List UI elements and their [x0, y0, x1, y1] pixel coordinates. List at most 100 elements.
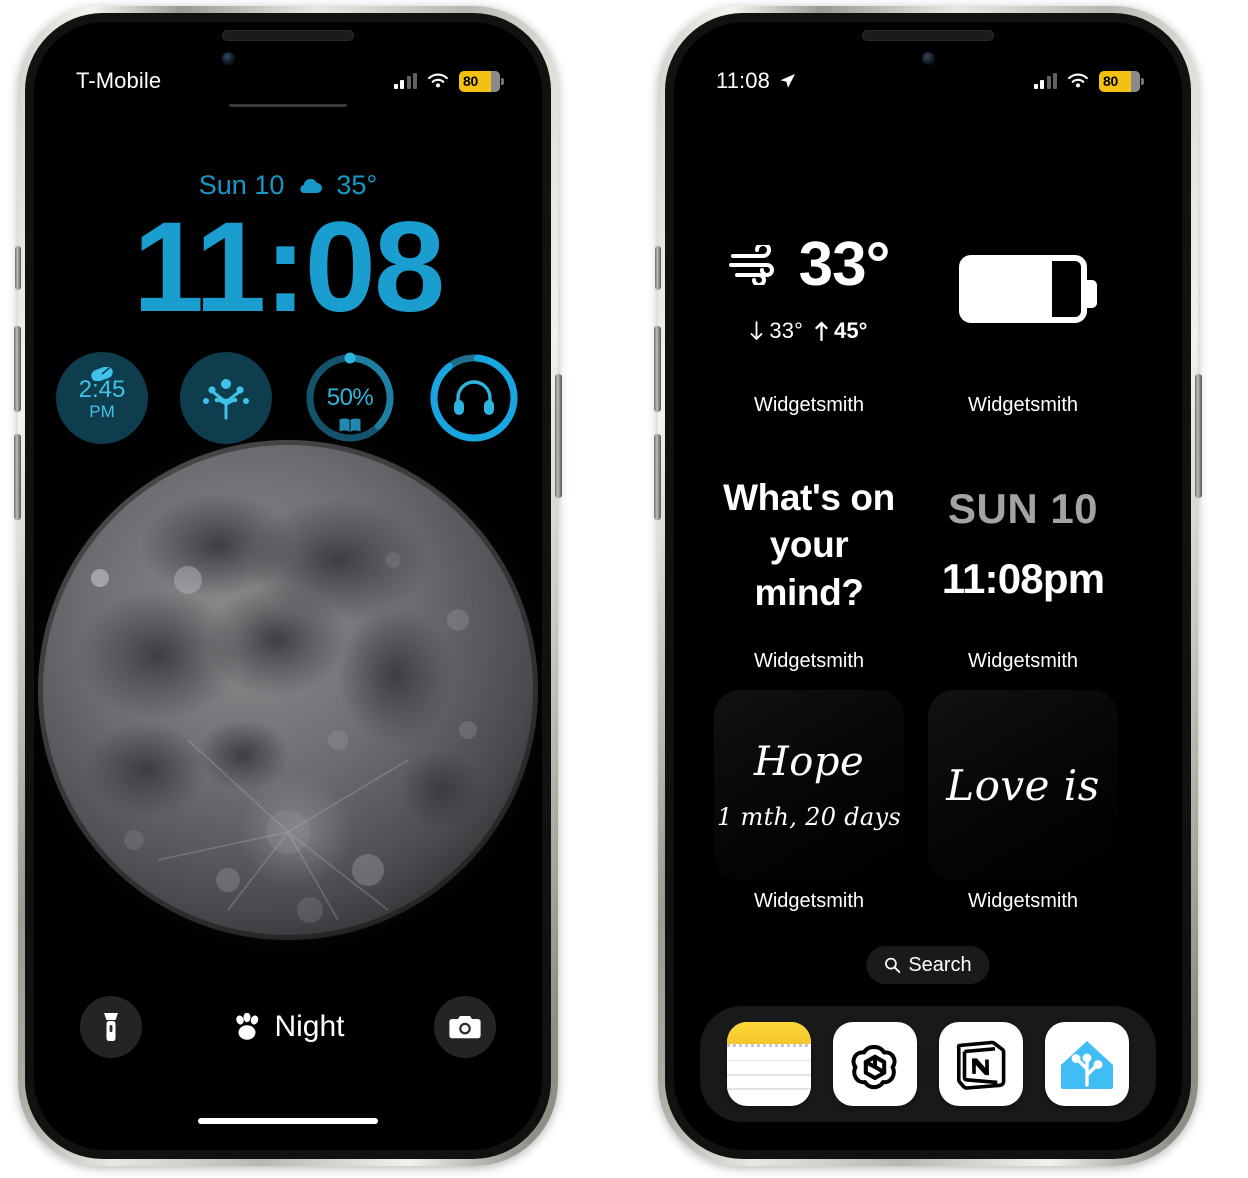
wifi-icon [428, 73, 448, 88]
cellular-signal-icon [393, 73, 417, 89]
lock-screen[interactable]: T-Mobile 80 Sun 10 35° 11:08 2:45 PM 50%… [34, 22, 542, 1150]
notes-rule [727, 1088, 811, 1090]
lock-clock: 11:08 [132, 196, 445, 339]
weather-temperature: 33° [798, 230, 891, 299]
widget-app-label: Widgetsmith [967, 890, 1079, 912]
lock-bottom-bar: Night [34, 996, 542, 1058]
flashlight-button[interactable] [80, 996, 142, 1058]
chatgpt-app[interactable] [833, 1022, 917, 1106]
date-label: SUN 10 [947, 484, 1099, 532]
weather-low-label: 33° [769, 318, 803, 343]
reading-progress-widget[interactable]: 50% [304, 352, 396, 444]
battery-ring-icon [430, 354, 518, 442]
moon-image [38, 440, 538, 940]
battery-cap [501, 77, 504, 85]
countdown-love-card: Love is [928, 690, 1118, 880]
search-button[interactable]: Search [866, 946, 990, 984]
battery-large-icon [959, 255, 1097, 323]
notes-prompt-widget[interactable]: What's on your mind? Widgetsmith [714, 450, 904, 673]
paw-print-icon [236, 1013, 259, 1040]
status-indicators: 80 [393, 70, 504, 92]
time-label: 11:08pm [941, 555, 1105, 603]
widget-row-1: 33° 33° 45° Widgetsmith Widgetsmith [714, 194, 1142, 417]
countdown-hope-subtitle: 1 mth, 20 days [717, 803, 901, 831]
notes-prompt-text: What's on your mind? [714, 474, 904, 616]
battery-fill [965, 261, 1052, 317]
screenshot-stage: T-Mobile 80 Sun 10 35° 11:08 2:45 PM 50%… [0, 0, 1248, 1178]
widget-row-3: Hope 1 mth, 20 days Widgetsmith Love is … [714, 690, 1142, 913]
notion-app[interactable] [939, 1022, 1023, 1106]
home-screen-content: 33° 33° 45° Widgetsmith Widgetsmith What… [674, 22, 1182, 1150]
widget-row-2: What's on your mind? Widgetsmith SUN 10 … [714, 450, 1142, 673]
power-button[interactable] [555, 374, 562, 498]
phone-lock-screen: T-Mobile 80 Sun 10 35° 11:08 2:45 PM 50%… [14, 6, 562, 1166]
plant-widget[interactable] [180, 352, 272, 444]
phone-bezel: T-Mobile 80 Sun 10 35° 11:08 2:45 PM 50%… [25, 13, 551, 1159]
focus-mode-indicator[interactable]: Night [231, 1010, 345, 1044]
phone-bezel-right: 11:08 80 33° 33° 45° Widgetsmith Widgets… [665, 13, 1191, 1159]
wallpaper-moon [38, 440, 538, 940]
power-button-right[interactable] [1195, 374, 1202, 498]
camera-button[interactable] [433, 996, 496, 1058]
medication-time: 2:45 [78, 376, 126, 404]
battery-widget-body [928, 194, 1118, 384]
widget-app-label: Widgetsmith [753, 890, 865, 912]
notes-prompt-line2: your mind? [754, 524, 864, 613]
silent-switch[interactable] [15, 246, 21, 290]
sprout-icon [203, 379, 249, 420]
widget-app-label: Widgetsmith [753, 394, 865, 416]
focus-mode-label: Night [274, 1010, 345, 1043]
openai-icon [833, 1022, 917, 1106]
arrow-down-icon [751, 321, 763, 341]
notes-prompt-body: What's on your mind? [714, 450, 904, 640]
notes-app[interactable] [727, 1022, 811, 1106]
home-indicator[interactable] [198, 1118, 378, 1124]
flashlight-icon [104, 1013, 118, 1041]
camera-icon [449, 1015, 481, 1038]
phone-home-screen: 11:08 80 33° 33° 45° Widgetsmith Widgets… [654, 6, 1202, 1166]
book-icon [339, 418, 361, 433]
volume-up-button-right[interactable] [654, 326, 661, 412]
medication-widget[interactable]: 2:45 PM [56, 352, 148, 444]
widget-app-label: Widgetsmith [753, 650, 865, 672]
notion-icon [939, 1022, 1023, 1106]
volume-up-button[interactable] [14, 326, 21, 412]
countdown-love-title: Love is [946, 760, 1100, 810]
countdown-love-widget[interactable]: Love is Widgetsmith [928, 690, 1118, 913]
earpiece-speaker [222, 30, 354, 41]
countdown-hope-widget[interactable]: Hope 1 mth, 20 days Widgetsmith [714, 690, 904, 913]
date-time-body: SUN 10 11:08pm [928, 450, 1118, 640]
arrow-up-icon [815, 321, 828, 341]
weather-high-low: 33° 45° [750, 318, 867, 344]
countdown-hope-title: Hope [753, 739, 865, 785]
home-assistant-icon [1045, 1022, 1129, 1106]
notes-rule [727, 1074, 811, 1076]
wind-icon [728, 245, 774, 285]
notes-prompt-line1: What's on [723, 476, 895, 518]
countdown-hope-card: Hope 1 mth, 20 days [714, 690, 904, 880]
magnifier-icon [885, 957, 901, 973]
cloud-icon [300, 178, 323, 193]
home-screen[interactable]: 11:08 80 33° 33° 45° Widgetsmith Widgets… [674, 22, 1182, 1150]
headphones-battery-widget[interactable] [428, 352, 520, 444]
pill-icon [91, 367, 113, 381]
search-label: Search [908, 953, 972, 976]
weather-main: 33° [728, 230, 891, 299]
notes-perforation [727, 1043, 811, 1047]
battery-empty-portion [491, 70, 500, 92]
battery-widget[interactable]: Widgetsmith [928, 194, 1118, 417]
medication-ampm: PM [89, 401, 115, 421]
date-time-widget[interactable]: SUN 10 11:08pm Widgetsmith [928, 450, 1118, 673]
volume-down-button[interactable] [14, 434, 21, 520]
face-id-hint [229, 104, 347, 107]
battery-icon: 80 [459, 70, 504, 92]
silent-switch-right[interactable] [655, 246, 661, 290]
home-assistant-app[interactable] [1045, 1022, 1129, 1106]
dock [700, 1006, 1156, 1122]
battery-level-label: 80 [463, 73, 478, 89]
volume-down-button-right[interactable] [654, 434, 661, 520]
weather-widget[interactable]: 33° 33° 45° Widgetsmith [714, 194, 904, 417]
battery-nub [1086, 280, 1097, 308]
notes-rule [727, 1059, 811, 1062]
lock-status-bar: T-Mobile 80 [34, 64, 542, 98]
